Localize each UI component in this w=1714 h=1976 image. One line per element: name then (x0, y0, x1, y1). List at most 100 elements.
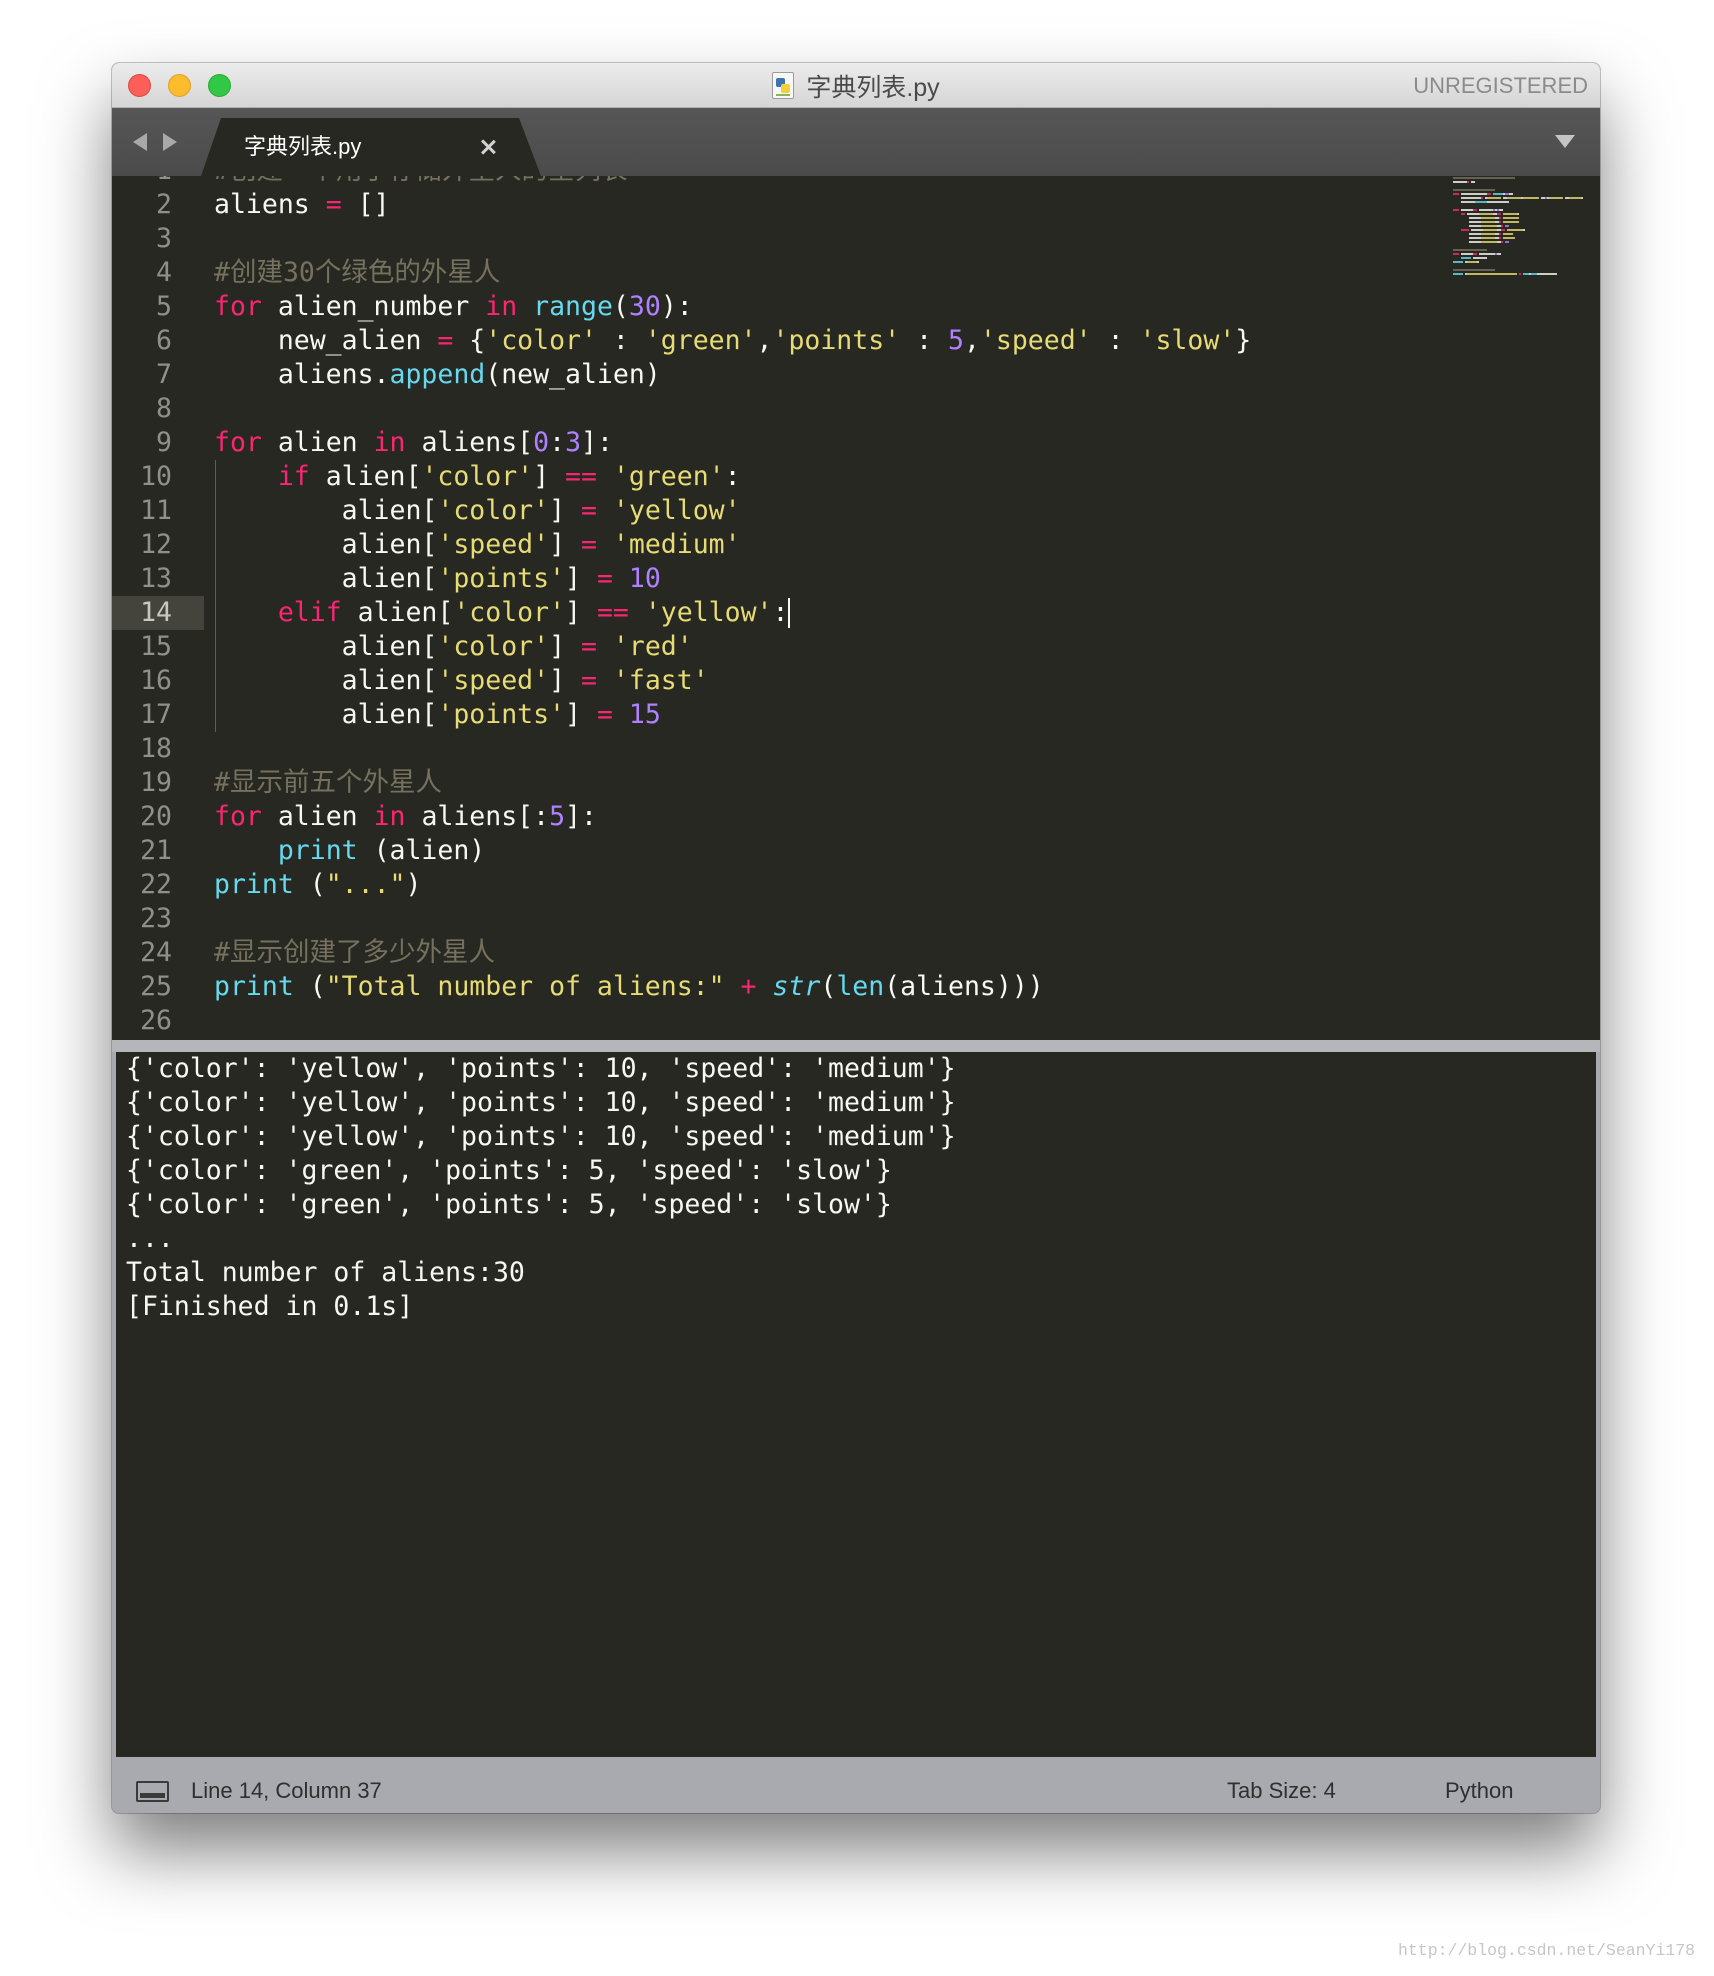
code-token: 'points' (772, 325, 901, 356)
line-number[interactable]: 8 (112, 392, 204, 426)
build-output-panel[interactable]: {'color': 'yellow', 'points': 10, 'speed… (116, 1052, 1596, 1757)
line-number[interactable]: 19 (112, 766, 204, 800)
code-line[interactable] (214, 222, 1444, 256)
line-number[interactable]: 15 (112, 630, 204, 664)
line-number[interactable]: 24 (112, 936, 204, 970)
line-number[interactable]: 10 (112, 460, 204, 494)
code-line[interactable] (214, 902, 1444, 936)
chevron-left-icon[interactable] (133, 133, 147, 151)
minimap-segment (1481, 241, 1497, 243)
tab-size-selector[interactable]: Tab Size: 4 (1227, 1769, 1336, 1813)
code-line[interactable]: for alien_number in range(30): (214, 290, 1444, 324)
panel-icon-bar (140, 1793, 165, 1798)
minimap-segment (1481, 233, 1495, 235)
line-number[interactable]: 17 (112, 698, 204, 732)
line-number[interactable]: 20 (112, 800, 204, 834)
line-number[interactable]: 3 (112, 222, 204, 256)
minimap-segment (1487, 197, 1501, 199)
output-line: [Finished in 0.1s] (126, 1291, 414, 1322)
code-line[interactable]: new_alien = {'color' : 'green','points' … (214, 324, 1444, 358)
code-line[interactable] (214, 392, 1444, 426)
line-number[interactable]: 21 (112, 834, 204, 868)
line-number[interactable]: 18 (112, 732, 204, 766)
code-line[interactable]: for alien in aliens[:5]: (214, 800, 1444, 834)
code-line[interactable]: alien['color'] = 'yellow' (214, 494, 1444, 528)
code-line[interactable]: aliens.append(new_alien) (214, 358, 1444, 392)
code-line[interactable]: if alien['color'] == 'green': (214, 460, 1444, 494)
line-number[interactable]: 12 (112, 528, 204, 562)
code-token: : (772, 597, 789, 628)
minimap-segment (1461, 201, 1475, 203)
line-number[interactable]: 11 (112, 494, 204, 528)
tab-file[interactable]: 字典列表.py (201, 118, 541, 176)
code-line[interactable]: alien['points'] = 10 (214, 562, 1444, 596)
minimap-segment (1523, 229, 1525, 231)
code-line[interactable]: alien['speed'] = 'fast' (214, 664, 1444, 698)
output-line: {'color': 'green', 'points': 5, 'speed':… (126, 1155, 892, 1186)
line-number[interactable]: 1 (112, 176, 204, 188)
code-line[interactable]: aliens = [] (214, 188, 1444, 222)
code-line[interactable]: #显示前五个外星人 (214, 766, 1444, 800)
line-number[interactable]: 9 (112, 426, 204, 460)
code-token: ( (820, 971, 837, 1002)
code-line[interactable]: for alien in aliens[0:3]: (214, 426, 1444, 460)
code-token: = (596, 563, 613, 594)
line-number[interactable]: 25 (112, 970, 204, 1004)
minimap[interactable] (1453, 176, 1593, 286)
tab-bar: 字典列表.py (112, 108, 1600, 176)
minimap-segment (1467, 273, 1517, 275)
line-number[interactable]: 26 (112, 1004, 204, 1038)
line-number[interactable]: 13 (112, 562, 204, 596)
minimap-segment (1471, 229, 1483, 231)
output-line: {'color': 'yellow', 'points': 10, 'speed… (126, 1121, 956, 1152)
code-editor[interactable]: 1234567891011121314151617181920212223242… (112, 176, 1600, 1040)
code-token: for (214, 291, 262, 322)
code-token: 'green' (612, 461, 725, 492)
code-area[interactable]: #创建一个用于存储外星人的空列表aliens = []#创建30个绿色的外星人f… (214, 176, 1444, 1038)
code-line[interactable]: print ("Total number of aliens:" + str(l… (214, 970, 1444, 1004)
title-bar[interactable]: 字典列表.py UNREGISTERED (112, 63, 1600, 108)
close-icon[interactable] (480, 139, 496, 155)
code-line[interactable]: #创建30个绿色的外星人 (214, 256, 1444, 290)
code-line[interactable]: #显示创建了多少外星人 (214, 936, 1444, 970)
code-line[interactable]: alien['color'] = 'red' (214, 630, 1444, 664)
minimap-segment (1499, 209, 1503, 211)
line-number[interactable]: 7 (112, 358, 204, 392)
code-token: if (277, 461, 310, 492)
code-token: alien_number (261, 291, 486, 322)
code-line[interactable]: print ("...") (214, 868, 1444, 902)
panel-icon[interactable] (136, 1781, 169, 1802)
code-token: #创建30个绿色的外星人 (214, 257, 501, 288)
code-token: (new_alien) (485, 359, 661, 390)
line-number[interactable]: 6 (112, 324, 204, 358)
code-line[interactable]: alien['speed'] = 'medium' (214, 528, 1444, 562)
chevron-right-icon[interactable] (163, 133, 177, 151)
line-number[interactable]: 22 (112, 868, 204, 902)
code-token: 5 (948, 325, 964, 356)
minimap-segment (1453, 269, 1495, 271)
code-line[interactable]: #创建一个用于存储外星人的空列表 (214, 176, 1444, 188)
code-line[interactable]: alien['points'] = 15 (214, 698, 1444, 732)
lower-area: {'color': 'yellow', 'points': 10, 'speed… (112, 1040, 1600, 1813)
dropdown-triangle-icon[interactable] (1555, 135, 1575, 148)
code-line[interactable]: elif alien['color'] == 'yellow': (214, 596, 1444, 630)
line-number-gutter[interactable]: 1234567891011121314151617181920212223242… (112, 176, 204, 1038)
code-line[interactable]: print (alien) (214, 834, 1444, 868)
line-number[interactable]: 4 (112, 256, 204, 290)
panel-splitter[interactable] (112, 1040, 1600, 1052)
unregistered-label: UNREGISTERED (1413, 73, 1588, 98)
code-line[interactable] (214, 732, 1444, 766)
code-token: ( (293, 971, 326, 1002)
python-file-icon-line (776, 94, 791, 96)
line-number[interactable]: 14 (112, 596, 204, 630)
minimap-segment (1479, 209, 1493, 211)
syntax-selector[interactable]: Python (1445, 1769, 1514, 1813)
code-line[interactable] (214, 1004, 1444, 1038)
line-number[interactable]: 23 (112, 902, 204, 936)
line-number[interactable]: 16 (112, 664, 204, 698)
line-number[interactable]: 5 (112, 290, 204, 324)
line-number[interactable]: 2 (112, 188, 204, 222)
